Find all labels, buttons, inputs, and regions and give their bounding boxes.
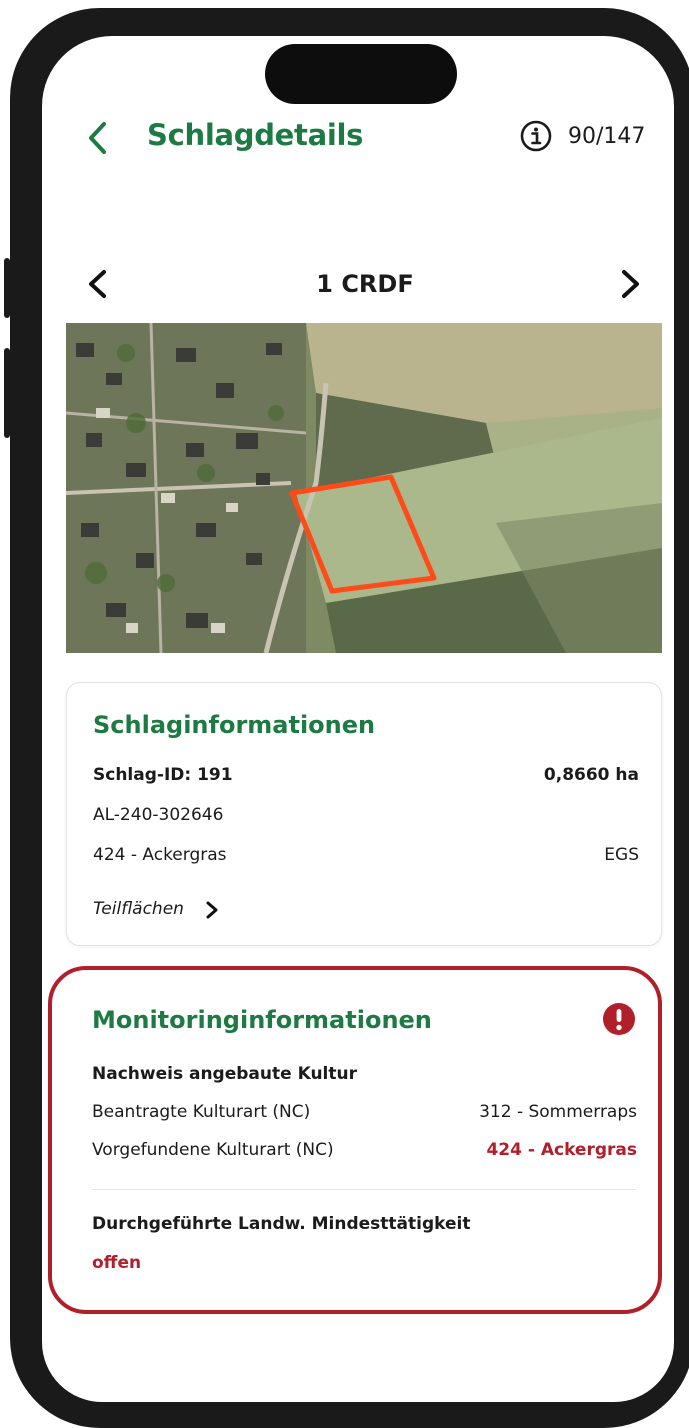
field-area: 0,8660 ha xyxy=(543,765,639,785)
crop-proof-heading: Nachweis angebaute Kultur xyxy=(92,1064,357,1084)
previous-field-button[interactable] xyxy=(84,264,112,304)
crop-name: 424 - Ackergras xyxy=(93,845,227,865)
teilflaechen-link[interactable]: Teilflächen xyxy=(93,899,184,919)
applied-crop-label: Beantragte Kulturart (NC) xyxy=(92,1102,311,1122)
exclamation-circle-icon xyxy=(603,1003,635,1035)
field-info-card: Schlaginformationen Schlag-ID: 191 0,866… xyxy=(66,682,662,946)
chevron-right-icon xyxy=(622,270,639,298)
field-map[interactable] xyxy=(66,323,662,653)
alert-button[interactable] xyxy=(602,1002,636,1036)
aerial-map-image xyxy=(66,323,662,653)
record-counter: 90/147 xyxy=(568,124,646,149)
field-id: Schlag-ID: 191 xyxy=(93,765,233,785)
chevron-left-icon xyxy=(89,270,106,298)
field-info-title: Schlaginformationen xyxy=(93,711,376,739)
info-button[interactable] xyxy=(520,120,552,152)
al-code: AL-240-302646 xyxy=(93,805,224,825)
chevron-right-icon xyxy=(206,901,218,919)
chevron-left-icon xyxy=(89,122,106,154)
field-name: 1 CRDF xyxy=(316,270,414,298)
monitoring-title: Monitoringinformationen xyxy=(92,1006,432,1034)
status-badge: offen xyxy=(92,1253,142,1273)
found-crop-value: 424 - Ackergras xyxy=(486,1140,637,1160)
crop-code: EGS xyxy=(604,845,639,865)
teilflaechen-chevron[interactable] xyxy=(205,900,219,920)
min-activity-heading: Durchgeführte Landw. Mindesttätigkeit xyxy=(92,1214,471,1234)
divider xyxy=(92,1189,636,1190)
phone-side-button xyxy=(4,258,10,318)
dynamic-island xyxy=(265,44,457,104)
page-title: Schlagdetails xyxy=(147,118,364,152)
found-crop-label: Vorgefundene Kulturart (NC) xyxy=(92,1140,334,1160)
back-button[interactable] xyxy=(84,118,114,158)
info-icon xyxy=(520,120,552,152)
phone-volume-button xyxy=(4,348,10,438)
applied-crop-value: 312 - Sommerraps xyxy=(479,1102,637,1122)
next-field-button[interactable] xyxy=(616,264,644,304)
